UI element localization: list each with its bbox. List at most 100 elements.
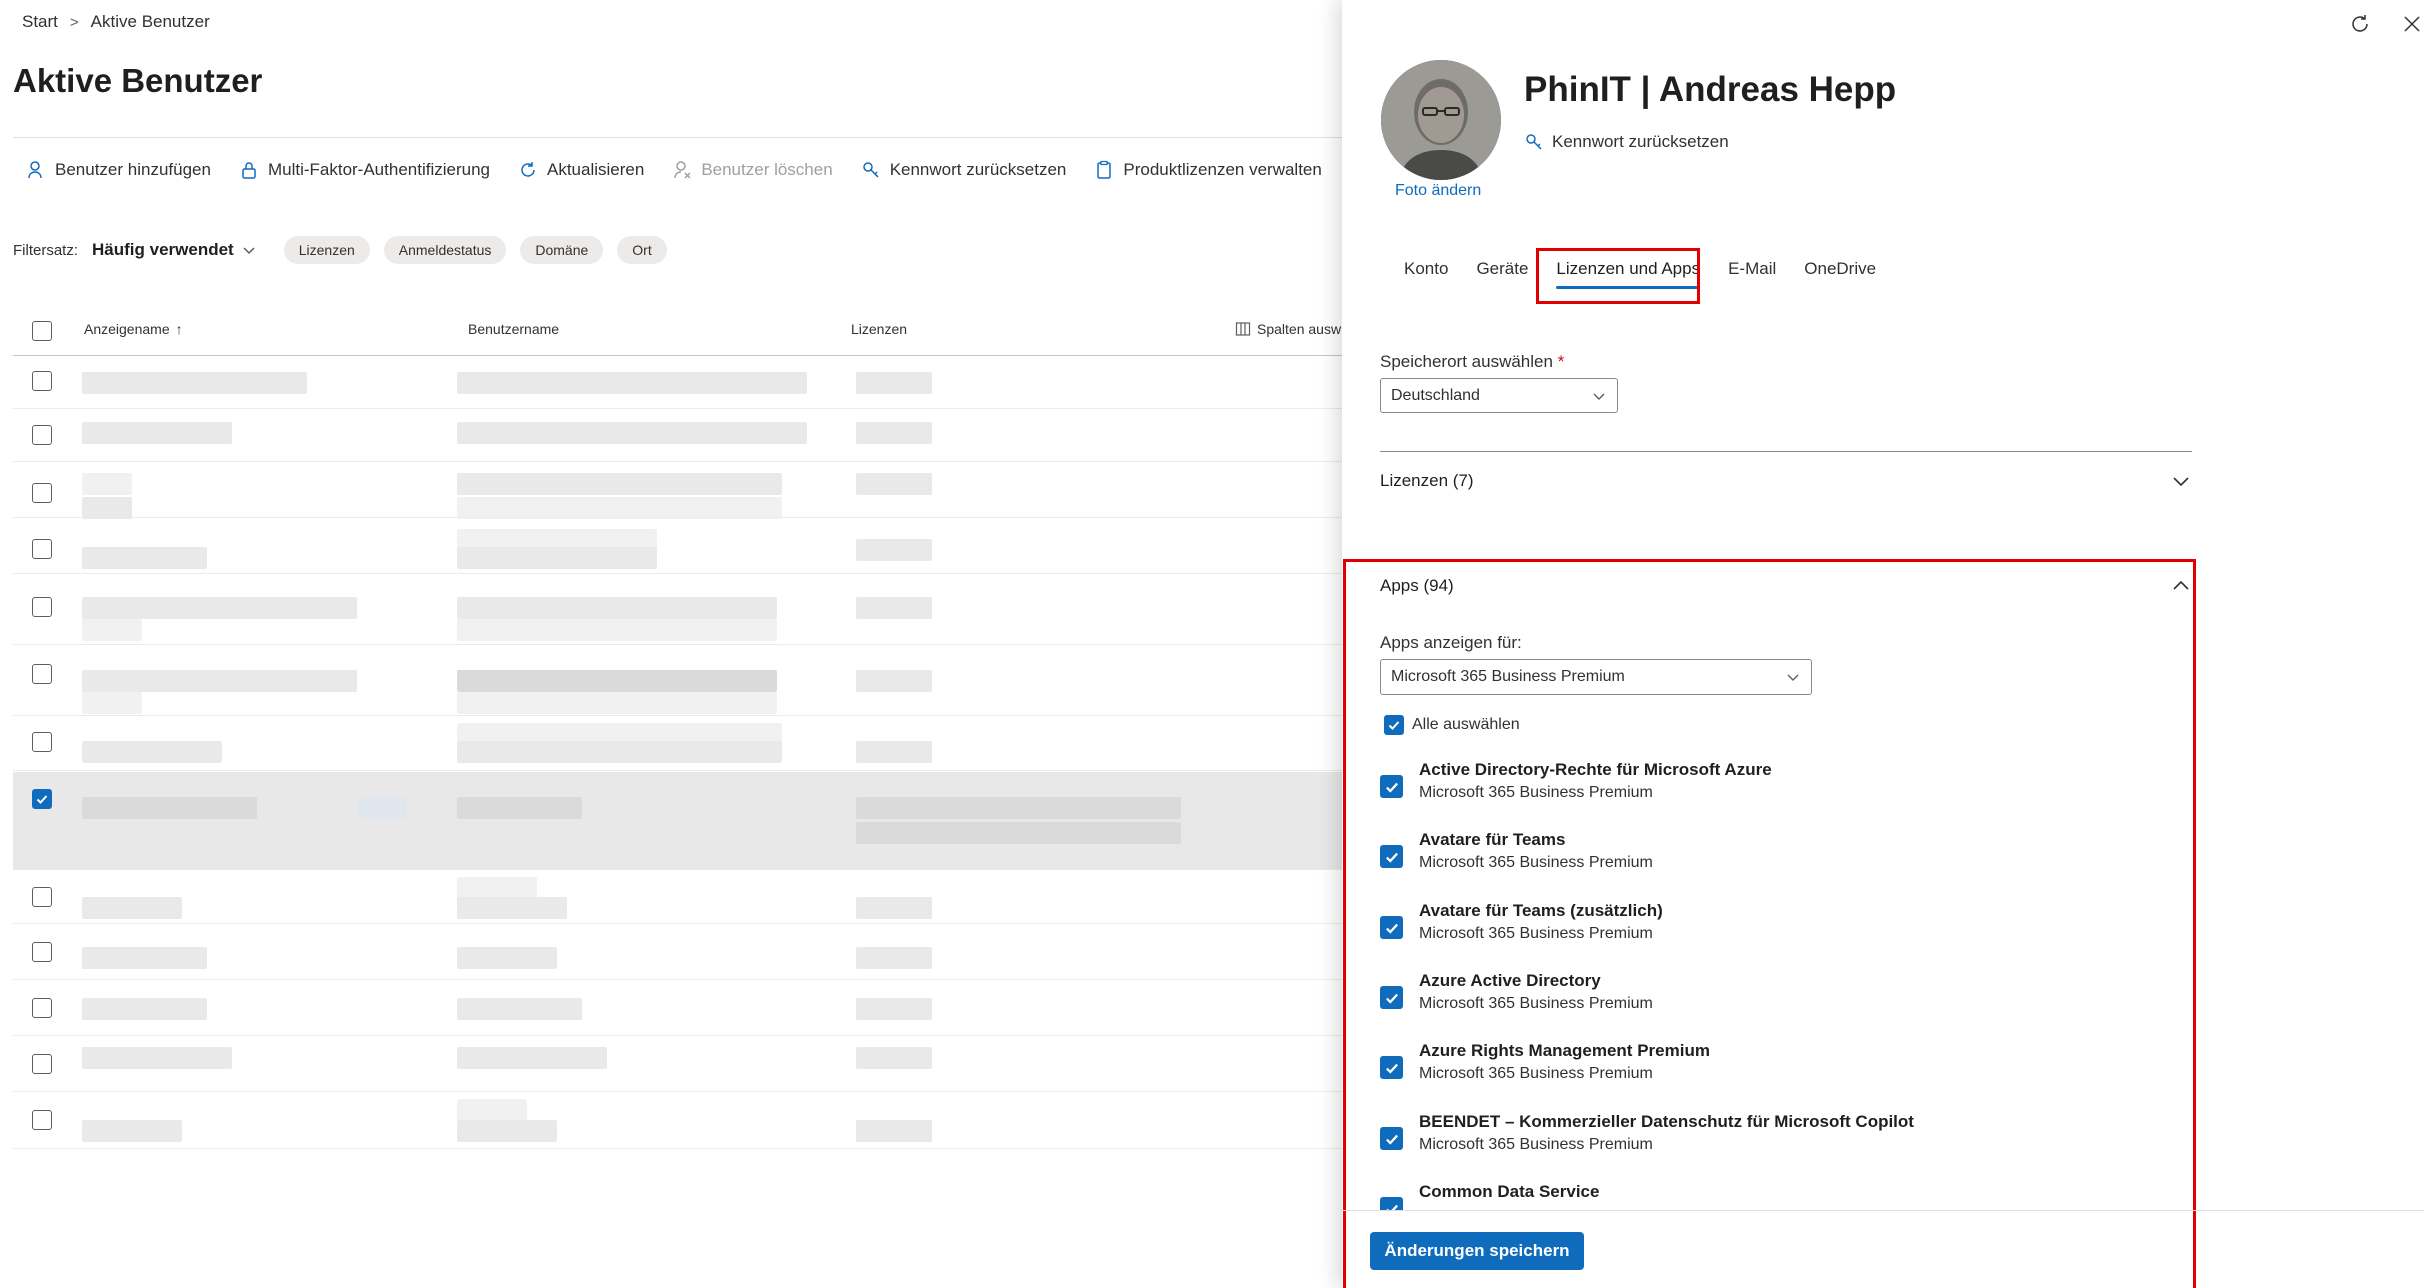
- change-photo-link[interactable]: Foto ändern: [1395, 182, 1481, 200]
- table-row[interactable]: [13, 1037, 1342, 1092]
- sort-ascending-icon: ↑: [175, 321, 183, 337]
- apps-plan-dropdown[interactable]: Microsoft 365 Business Premium: [1380, 659, 1812, 695]
- redacted-licenses: [856, 670, 932, 692]
- delete-user-button[interactable]: Benutzer löschen: [672, 160, 833, 180]
- row-checkbox[interactable]: [32, 597, 52, 617]
- table-row-selected[interactable]: [13, 772, 1342, 870]
- table-row[interactable]: [13, 463, 1342, 519]
- location-dropdown[interactable]: Deutschland: [1380, 378, 1618, 413]
- redacted-display-name: [82, 998, 207, 1020]
- app-checkbox[interactable]: [1380, 775, 1403, 798]
- close-icon[interactable]: [2400, 12, 2424, 36]
- checkmark-icon: [1385, 1204, 1398, 1210]
- columns-icon: [1235, 322, 1251, 336]
- app-checkbox[interactable]: [1380, 1127, 1403, 1150]
- app-plan: Microsoft 365 Business Premium: [1419, 784, 1653, 801]
- redacted-display-name: [82, 797, 257, 819]
- row-checkbox[interactable]: [32, 942, 52, 962]
- filter-pill-domain[interactable]: Domäne: [520, 236, 604, 264]
- location-value: Deutschland: [1391, 386, 1480, 404]
- refresh-icon: [521, 162, 535, 177]
- tab-email[interactable]: E-Mail: [1714, 253, 1790, 289]
- select-all-rows-checkbox[interactable]: [32, 321, 52, 341]
- table-row[interactable]: [13, 981, 1342, 1036]
- chevron-down-icon: [1593, 393, 1605, 400]
- filter-set-dropdown[interactable]: Häufig verwendet: [92, 240, 256, 260]
- refresh-icon[interactable]: [2348, 12, 2372, 36]
- table-header: Anzeigename ↑ Benutzername Lizenzen Spal…: [13, 308, 1342, 356]
- redacted-username: [457, 547, 657, 569]
- add-user-button[interactable]: Benutzer hinzufügen: [26, 160, 211, 180]
- column-username[interactable]: Benutzername: [468, 321, 559, 337]
- licenses-section-header[interactable]: Lizenzen (7): [1380, 470, 2192, 492]
- app-checkbox[interactable]: [1380, 1056, 1403, 1079]
- tab-onedrive[interactable]: OneDrive: [1790, 253, 1890, 289]
- app-checkbox[interactable]: [1380, 845, 1403, 868]
- mfa-button[interactable]: Multi-Faktor-Authentifizierung: [239, 160, 490, 180]
- highlight-box-tab: [1536, 248, 1700, 304]
- app-name: Avatare für Teams: [1419, 830, 1566, 849]
- tab-devices[interactable]: Geräte: [1462, 253, 1542, 289]
- table-row[interactable]: [13, 646, 1342, 716]
- select-all-label: Alle auswählen: [1412, 716, 1520, 733]
- breadcrumb-home[interactable]: Start: [22, 12, 58, 32]
- redacted-username: [457, 619, 777, 641]
- lock-icon: [242, 162, 256, 179]
- table-row[interactable]: [13, 871, 1342, 924]
- row-checkbox[interactable]: [32, 998, 52, 1018]
- redacted-display-name: [82, 692, 142, 714]
- manage-licenses-button[interactable]: Produktlizenzen verwalten: [1094, 160, 1322, 180]
- reset-password-button[interactable]: Kennwort zurücksetzen: [861, 160, 1066, 180]
- refresh-button[interactable]: Aktualisieren: [518, 160, 644, 180]
- table-row[interactable]: [13, 575, 1342, 645]
- column-licenses[interactable]: Lizenzen: [851, 321, 907, 337]
- app-checkbox[interactable]: [1380, 986, 1403, 1009]
- row-checkbox[interactable]: [32, 371, 52, 391]
- redacted-licenses: [856, 597, 932, 619]
- tab-account[interactable]: Konto: [1390, 253, 1462, 289]
- table-row[interactable]: [13, 925, 1342, 980]
- chevron-right-icon: >: [69, 13, 79, 31]
- checkmark-icon: [1385, 923, 1398, 934]
- filter-pill-sign-in-status[interactable]: Anmeldestatus: [383, 236, 507, 264]
- select-all-apps[interactable]: Alle auswählen: [1384, 715, 1520, 735]
- command-bar: Benutzer hinzufügen Multi-Faktor-Authent…: [26, 160, 1322, 180]
- row-checkbox-checked[interactable]: [32, 789, 52, 809]
- filter-pill-licenses[interactable]: Lizenzen: [283, 236, 370, 264]
- table-row[interactable]: [13, 357, 1342, 409]
- table-row[interactable]: [13, 519, 1342, 574]
- row-checkbox[interactable]: [32, 664, 52, 684]
- save-changes-button[interactable]: Änderungen speichern: [1370, 1232, 1584, 1270]
- redacted-username: [457, 1120, 557, 1142]
- row-checkbox[interactable]: [32, 483, 52, 503]
- select-all-checkbox[interactable]: [1384, 715, 1404, 735]
- table-row[interactable]: [13, 410, 1342, 462]
- choose-columns-button[interactable]: Spalten ausw: [1235, 321, 1341, 337]
- row-checkbox[interactable]: [32, 539, 52, 559]
- redacted-licenses: [856, 897, 932, 919]
- user-display-name: PhinIT | Andreas Hepp: [1524, 70, 1897, 109]
- table-row[interactable]: [13, 1093, 1342, 1149]
- app-checkbox[interactable]: [1380, 916, 1403, 939]
- column-display-name[interactable]: Anzeigename ↑: [84, 321, 183, 337]
- apps-section-header[interactable]: Apps (94): [1380, 575, 2192, 597]
- checkmark-icon: [1385, 852, 1398, 863]
- row-checkbox[interactable]: [32, 425, 52, 445]
- divider: [1342, 1210, 2424, 1211]
- filter-pill-location[interactable]: Ort: [617, 236, 667, 264]
- table-row[interactable]: [13, 717, 1342, 771]
- row-checkbox[interactable]: [32, 1110, 52, 1130]
- avatar: [1381, 60, 1501, 180]
- location-label: Speicherort auswählen *: [1380, 352, 1564, 372]
- row-checkbox[interactable]: [32, 732, 52, 752]
- row-checkbox[interactable]: [32, 1054, 52, 1074]
- reset-password-link[interactable]: Kennwort zurücksetzen: [1524, 132, 1729, 152]
- redacted-username: [457, 473, 782, 495]
- app-checkbox[interactable]: [1380, 1197, 1403, 1210]
- redacted-licenses: [856, 372, 932, 394]
- redacted-display-name: [82, 422, 232, 444]
- row-checkbox[interactable]: [32, 887, 52, 907]
- redacted-licenses: [856, 947, 932, 969]
- column-username-label: Benutzername: [468, 321, 560, 337]
- app-name: Common Data Service: [1419, 1182, 1600, 1201]
